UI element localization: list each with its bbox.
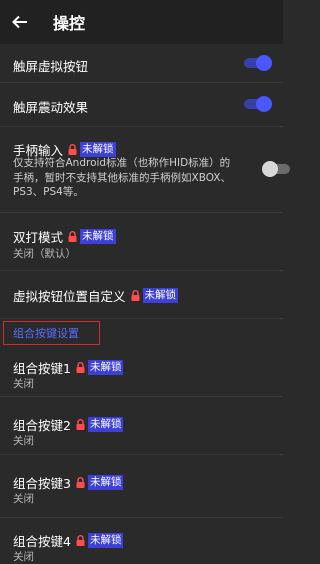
lock-icon [68, 144, 77, 155]
setting-value: 关闭（默认） [13, 248, 76, 260]
locked-badge: 未解锁 [87, 475, 124, 490]
locked-badge: 未解锁 [80, 142, 116, 157]
setting-description: 仅支持符合Android标准（也称作HID标准）的手柄，暂时不支持其他标准的手柄… [13, 157, 231, 198]
toggle-thumb [256, 96, 272, 112]
combo-key-item[interactable]: 组合按键2 未解锁 关闭 [0, 397, 283, 455]
app-bar: 操控 [0, 0, 283, 44]
locked-badge: 未解锁 [87, 360, 124, 375]
toggle-thumb [256, 55, 272, 71]
lock-icon [131, 290, 140, 301]
setting-custom-button-position[interactable]: 虚拟按钮位置自定义 未解锁 [0, 271, 283, 319]
section-header-combo-keys: 组合按键设置 [3, 321, 100, 345]
gamepad-input-toggle[interactable] [262, 161, 292, 177]
combo-key-item[interactable]: 组合按键1 未解锁 关闭 [0, 346, 283, 397]
setting-value: 关闭 [13, 378, 34, 390]
lock-icon [76, 477, 85, 488]
setting-value: 关闭 [13, 435, 34, 447]
setting-label: 双打模式 [13, 230, 64, 245]
locked-badge: 未解锁 [80, 229, 116, 244]
back-arrow-icon[interactable] [10, 12, 30, 32]
toggle-thumb [262, 161, 278, 177]
setting-label: 触屏虚拟按钮 [13, 59, 89, 74]
combo-key-item[interactable]: 组合按键3 未解锁 关闭 [0, 455, 283, 518]
lock-icon [68, 231, 77, 242]
setting-touch-virtual-buttons[interactable]: 触屏虚拟按钮 [0, 44, 283, 83]
setting-label: 组合按键3 [13, 476, 71, 491]
setting-gamepad-input[interactable]: 手柄输入 未解锁 仅支持符合Android标准（也称作HID标准）的手柄，暂时不… [0, 127, 290, 213]
locked-badge: 未解锁 [87, 533, 124, 548]
setting-label-group: 组合按键3 未解锁 [13, 473, 124, 492]
setting-label: 触屏震动效果 [13, 100, 89, 115]
setting-label: 组合按键4 [13, 534, 71, 549]
locked-badge: 未解锁 [142, 288, 179, 303]
setting-label-group: 组合按键1 未解锁 [13, 358, 124, 377]
setting-label: 组合按键1 [13, 361, 71, 376]
setting-value: 关闭 [13, 551, 34, 563]
setting-label: 虚拟按钮位置自定义 [13, 289, 126, 304]
setting-label-group: 虚拟按钮位置自定义 未解锁 [13, 286, 179, 305]
section-title: 组合按键设置 [13, 327, 79, 340]
locked-badge: 未解锁 [87, 417, 124, 432]
setting-value: 关闭 [13, 493, 34, 505]
lock-icon [76, 419, 85, 430]
setting-touch-vibration[interactable]: 触屏震动效果 [0, 83, 283, 127]
setting-label-group: 双打模式 未解锁 [13, 227, 116, 246]
page-title: 操控 [53, 14, 86, 33]
combo-key-item[interactable]: 组合按键4 未解锁 关闭 [0, 518, 283, 563]
lock-icon [76, 535, 85, 546]
setting-label-group: 组合按键4 未解锁 [13, 531, 124, 550]
touch-virtual-buttons-toggle[interactable] [242, 55, 272, 71]
setting-label-group: 组合按键2 未解锁 [13, 415, 124, 434]
lock-icon [76, 362, 85, 373]
setting-label: 组合按键2 [13, 418, 71, 433]
touch-vibration-toggle[interactable] [242, 96, 272, 112]
setting-dual-mode[interactable]: 双打模式 未解锁 关闭（默认） [0, 213, 283, 271]
